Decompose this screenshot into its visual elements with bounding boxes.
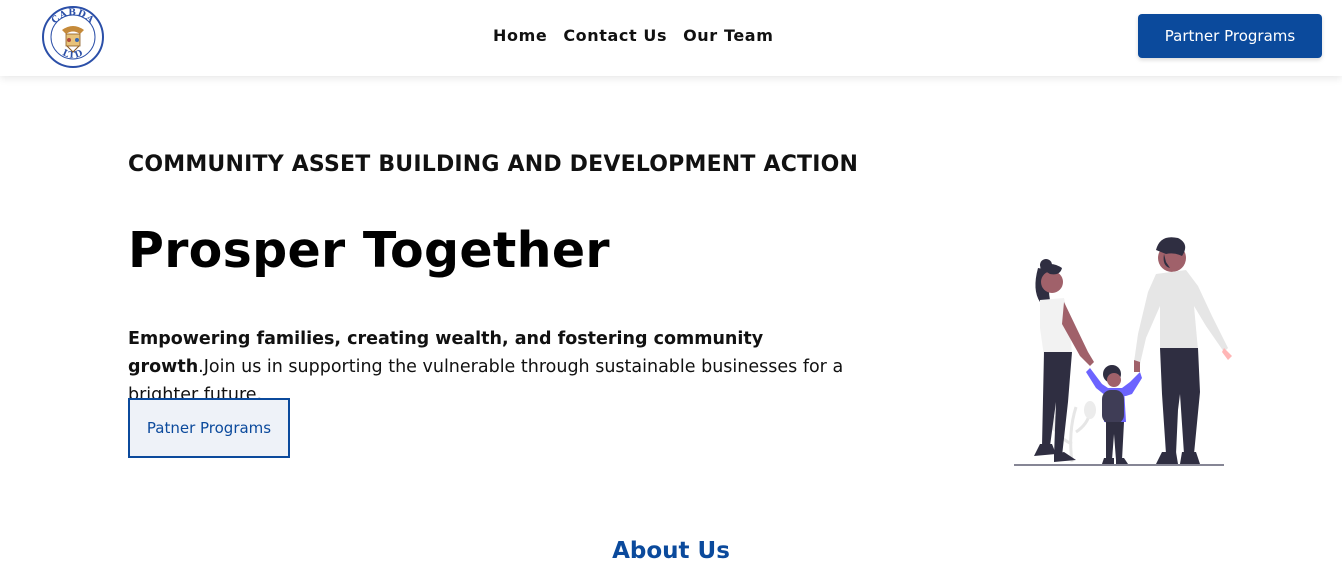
navbar: CABDA LTD Home Contact Us Our Team Partn… [0, 0, 1342, 76]
hero-eyebrow: COMMUNITY ASSET BUILDING AND DEVELOPMENT… [128, 152, 859, 177]
nav-team-link[interactable]: Our Team [683, 26, 773, 46]
hero-intro: Empowering families, creating wealth, an… [128, 325, 858, 409]
cabda-logo[interactable]: CABDA LTD [42, 4, 104, 70]
family-illustration [1014, 237, 1232, 466]
about-title: About Us [612, 538, 730, 564]
nav-home-link[interactable]: Home [493, 26, 547, 46]
main-nav: Home Contact Us Our Team [493, 26, 773, 46]
hero-title: Prosper Together [128, 222, 610, 279]
hero-partner-programs-button[interactable]: Patner Programs [128, 398, 290, 458]
nav-contact-link[interactable]: Contact Us [563, 26, 667, 46]
partner-programs-button[interactable]: Partner Programs [1138, 14, 1322, 58]
